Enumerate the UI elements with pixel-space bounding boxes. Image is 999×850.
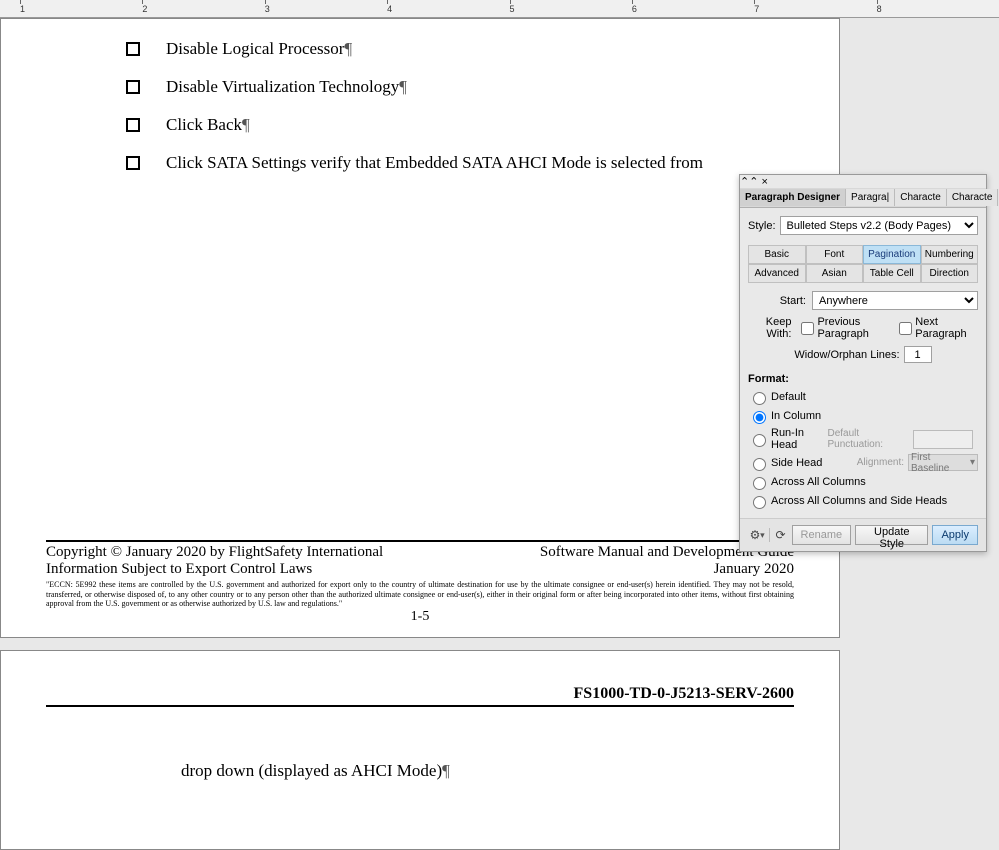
checkbox-icon[interactable] xyxy=(126,118,140,132)
rename-button: Rename xyxy=(792,525,852,545)
ruler-tick: 4 xyxy=(387,4,509,14)
panel-tab-character-catalog[interactable]: Characte xyxy=(947,189,999,206)
panel-tab-paragraph-catalog[interactable]: Paragra| xyxy=(846,189,895,206)
chevron-down-icon: ▾ xyxy=(970,457,975,468)
pilcrow-icon: ¶ xyxy=(242,115,250,134)
format-label: Format: xyxy=(748,373,978,385)
ruler-tick: 6 xyxy=(632,4,754,14)
style-label: Style: xyxy=(748,220,776,232)
widow-label: Widow/Orphan Lines: xyxy=(794,349,899,361)
tab-direction[interactable]: Direction xyxy=(921,264,979,283)
horizontal-ruler: 1 2 3 4 5 6 7 8 xyxy=(0,0,999,18)
format-default-radio[interactable] xyxy=(753,392,766,405)
format-side-head-label: Side Head xyxy=(771,457,822,469)
property-tabs: Basic Font Pagination Numbering Advanced… xyxy=(748,245,978,283)
keep-prev-input[interactable] xyxy=(801,322,814,335)
page-header: FS1000-TD-0-J5213-SERV-2600 xyxy=(46,685,794,707)
checklist-text[interactable]: Disable Logical Processor xyxy=(166,39,344,58)
refresh-icon[interactable]: ⟳ xyxy=(773,527,787,543)
format-run-in-radio[interactable] xyxy=(753,434,766,447)
default-punct-input xyxy=(913,430,973,449)
panel-window-controls[interactable]: ⌃⌃ × xyxy=(740,175,986,188)
panel-titlebar[interactable]: Paragraph Designer Paragra| Characte Cha… xyxy=(740,188,986,208)
document-next-page[interactable]: FS1000-TD-0-J5213-SERV-2600 drop down (d… xyxy=(0,650,840,850)
checklist-item[interactable]: Disable Virtualization Technology¶ xyxy=(126,77,736,97)
panel-body: Style: Bulleted Steps v2.2 (Body Pages) … xyxy=(740,208,986,518)
checklist-item[interactable]: Disable Logical Processor¶ xyxy=(126,39,736,59)
checkbox-icon[interactable] xyxy=(126,42,140,56)
footer-rule xyxy=(46,540,794,542)
separator xyxy=(769,528,770,542)
panel-tab-paragraph-designer[interactable]: Paragraph Designer xyxy=(740,189,846,206)
tab-font[interactable]: Font xyxy=(806,245,864,264)
checklist-text[interactable]: Click SATA Settings verify that Embedded… xyxy=(166,153,703,173)
keep-next-checkbox[interactable]: Next Paragraph xyxy=(895,316,968,340)
footer-date: January 2020 xyxy=(714,561,794,578)
tab-asian[interactable]: Asian xyxy=(806,264,864,283)
copyright-text: Copyright © January 2020 by FlightSafety… xyxy=(46,544,383,561)
format-in-column-label: In Column xyxy=(771,410,821,422)
format-default-label: Default xyxy=(771,391,806,403)
disclaimer-text: "ECCN: 5E992 these items are controlled … xyxy=(46,580,794,608)
keep-next-input[interactable] xyxy=(899,322,912,335)
alignment-label: Alignment: xyxy=(857,457,904,468)
ruler-tick: 3 xyxy=(265,4,387,14)
keep-prev-checkbox[interactable]: Previous Paragraph xyxy=(797,316,885,340)
ruler-tick: 8 xyxy=(877,4,999,14)
format-run-in-label: Run-In Head xyxy=(771,427,827,451)
start-select[interactable]: Anywhere xyxy=(812,291,978,310)
widow-input[interactable] xyxy=(904,346,932,363)
export-control-text: Information Subject to Export Control La… xyxy=(46,561,312,578)
update-style-button[interactable]: Update Style xyxy=(855,525,928,545)
checklist-text[interactable]: Disable Virtualization Technology xyxy=(166,77,399,96)
alignment-value: First Baseline xyxy=(911,452,970,474)
document-id: FS1000-TD-0-J5213-SERV-2600 xyxy=(46,685,794,703)
panel-footer: ⚙ ▾ ⟳ Rename Update Style Apply xyxy=(740,518,986,551)
checklist: Disable Logical Processor¶ Disable Virtu… xyxy=(126,39,736,191)
tab-numbering[interactable]: Numbering xyxy=(921,245,979,264)
continuation-text[interactable]: drop down (displayed as AHCI Mode)¶ xyxy=(181,761,450,781)
tab-basic[interactable]: Basic xyxy=(748,245,806,264)
pilcrow-icon: ¶ xyxy=(344,39,352,58)
checklist-text[interactable]: Click Back xyxy=(166,115,242,134)
ruler-tick: 2 xyxy=(142,4,264,14)
ruler-tick: 5 xyxy=(510,4,632,14)
keep-next-label: Next Paragraph xyxy=(915,316,968,340)
checkbox-icon[interactable] xyxy=(126,80,140,94)
format-across-side-label: Across All Columns and Side Heads xyxy=(771,495,947,507)
end-of-flow-icon: ¶ xyxy=(442,761,450,780)
page-number: 1-5 xyxy=(46,609,794,625)
document-page[interactable]: Disable Logical Processor¶ Disable Virtu… xyxy=(0,18,840,638)
gear-chevron-icon[interactable]: ▾ xyxy=(760,530,765,541)
panel-tab-character-designer[interactable]: Characte xyxy=(895,189,947,206)
tab-table-cell[interactable]: Table Cell xyxy=(863,264,921,283)
keep-with-label: Keep With: xyxy=(748,316,791,340)
style-select[interactable]: Bulleted Steps v2.2 (Body Pages) xyxy=(780,216,978,235)
pilcrow-icon: ¶ xyxy=(399,77,407,96)
keep-prev-label: Previous Paragraph xyxy=(817,316,885,340)
format-across-all-radio[interactable] xyxy=(753,477,766,490)
tab-advanced[interactable]: Advanced xyxy=(748,264,806,283)
alignment-select: First Baseline ▾ xyxy=(908,454,978,471)
default-punct-label: Default Punctuation: xyxy=(827,428,909,450)
paragraph-designer-panel[interactable]: ⌃⌃ × Paragraph Designer Paragra| Charact… xyxy=(739,174,987,552)
ruler-tick: 1 xyxy=(20,4,142,14)
format-in-column-radio[interactable] xyxy=(753,411,766,424)
format-side-head-radio[interactable] xyxy=(753,458,766,471)
checklist-item[interactable]: Click SATA Settings verify that Embedded… xyxy=(126,153,736,173)
page-footer: Copyright © January 2020 by FlightSafety… xyxy=(46,540,794,625)
checklist-item[interactable]: Click Back¶ xyxy=(126,115,736,135)
header-rule xyxy=(46,705,794,707)
apply-button[interactable]: Apply xyxy=(932,525,978,545)
checkbox-icon[interactable] xyxy=(126,156,140,170)
start-label: Start: xyxy=(748,295,806,307)
tab-pagination[interactable]: Pagination xyxy=(863,245,921,264)
ruler-tick: 7 xyxy=(754,4,876,14)
format-across-all-label: Across All Columns xyxy=(771,476,866,488)
continuation-text-content[interactable]: drop down (displayed as AHCI Mode) xyxy=(181,761,442,780)
format-across-side-radio[interactable] xyxy=(753,496,766,509)
